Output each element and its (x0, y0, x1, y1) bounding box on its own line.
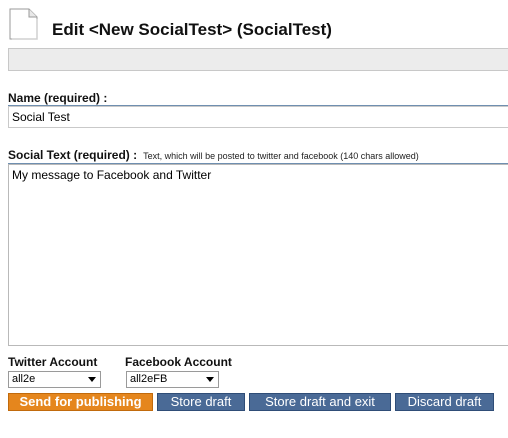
name-input[interactable] (8, 106, 508, 128)
edit-page: Edit <New SocialTest> (SocialTest) Name … (0, 0, 508, 438)
store-draft-and-exit-button[interactable]: Store draft and exit (249, 393, 391, 411)
social-text-label-row: Social Text (required) : Text, which will… (8, 148, 419, 162)
send-for-publishing-button[interactable]: Send for publishing (8, 393, 153, 411)
social-text-label: Social Text (required) : (8, 148, 138, 162)
chevron-down-icon (206, 377, 214, 382)
social-text-hint: Text, which will be posted to twitter an… (143, 151, 419, 161)
facebook-account-value: all2eFB (130, 373, 168, 385)
facebook-account-select[interactable]: all2eFB (126, 371, 219, 388)
name-label: Name (required) : (8, 91, 108, 105)
store-draft-button[interactable]: Store draft (157, 393, 245, 411)
facebook-account-label: Facebook Account (125, 355, 232, 369)
social-text-textarea[interactable]: My message to Facebook and Twitter (8, 164, 508, 346)
page-title: Edit <New SocialTest> (SocialTest) (52, 20, 332, 39)
twitter-account-select[interactable]: all2e (8, 371, 101, 388)
twitter-account-value: all2e (12, 373, 36, 385)
document-icon (9, 8, 38, 40)
discard-draft-button[interactable]: Discard draft (395, 393, 494, 411)
chevron-down-icon (88, 377, 96, 382)
toolbar-strip (8, 48, 508, 71)
twitter-account-label: Twitter Account (8, 355, 98, 369)
